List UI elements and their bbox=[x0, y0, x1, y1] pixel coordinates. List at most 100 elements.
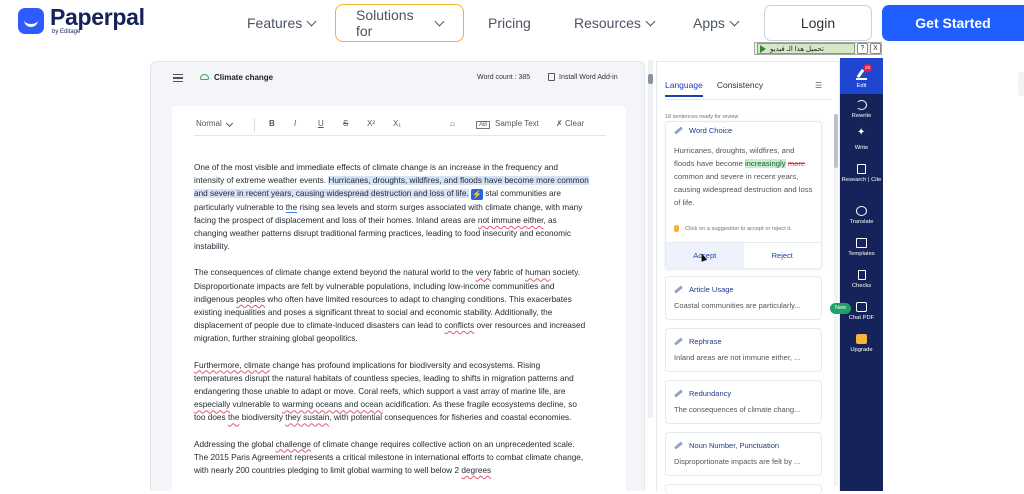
suggestion-card[interactable]: Noun Number, Punctuation Disproportionat… bbox=[665, 432, 822, 476]
suggestion-type: Noun Number, Punctuation bbox=[689, 441, 780, 450]
nav-pricing[interactable]: Pricing bbox=[488, 4, 531, 42]
nav-resources[interactable]: Resources bbox=[574, 4, 656, 42]
chevron-down-icon bbox=[306, 16, 317, 26]
active-suggestion-card[interactable]: Word Choice Hurricanes, droughts, wildfi… bbox=[665, 121, 822, 269]
menu-icon[interactable] bbox=[173, 74, 183, 82]
suggestion-underline[interactable]: the bbox=[286, 203, 297, 212]
clear-button[interactable]: ✗ Clear bbox=[556, 119, 584, 128]
sentences-ready-count: 18 sentences ready for review bbox=[665, 114, 739, 120]
suggestion-type: Word Choice bbox=[689, 126, 733, 135]
nav-solutions-for[interactable]: Solutions for bbox=[335, 4, 464, 42]
suggestion-underline[interactable]: challenge bbox=[276, 440, 311, 449]
clear-format-icon: ✗ bbox=[556, 119, 565, 128]
suggestion-card[interactable]: Article Usage Coastal communities are pa… bbox=[665, 276, 822, 320]
document-text[interactable]: One of the most visible and immediate ef… bbox=[194, 161, 589, 490]
notification-badge: 28 bbox=[863, 64, 872, 72]
play-icon bbox=[760, 44, 766, 53]
paragraph-2: The consequences of climate change exten… bbox=[194, 268, 586, 344]
chevron-down-icon bbox=[434, 16, 445, 26]
checklist-icon bbox=[857, 270, 866, 280]
pen-icon bbox=[674, 337, 683, 346]
formatting-toolbar: Normal B I U S X² X₁ ⌂ AB Sample Text ✗ C… bbox=[194, 114, 606, 136]
editor-scrollbar[interactable] bbox=[648, 60, 653, 418]
help-button[interactable]: ? bbox=[857, 43, 868, 54]
tab-consistency[interactable]: Consistency bbox=[717, 80, 763, 97]
word-addin-icon bbox=[548, 73, 555, 81]
globe-icon bbox=[856, 206, 867, 216]
paragraph-style-dropdown[interactable]: Normal bbox=[196, 119, 233, 128]
highlight-icon[interactable]: ⌂ bbox=[450, 119, 455, 128]
panel-scrollbar[interactable] bbox=[834, 114, 838, 486]
suggestion-underline[interactable]: peoples bbox=[236, 295, 265, 304]
suggestion-card[interactable] bbox=[665, 484, 822, 494]
suggestion-underline[interactable]: warming oceans and ocean bbox=[282, 400, 383, 409]
suggestion-underline[interactable]: not immune either bbox=[478, 216, 544, 225]
new-badge: New bbox=[830, 303, 851, 314]
nav-apps[interactable]: Apps bbox=[693, 4, 740, 42]
lightning-icon[interactable]: ⚡ bbox=[471, 188, 483, 200]
suggestion-underline[interactable]: especially bbox=[194, 400, 230, 409]
login-button[interactable]: Login bbox=[764, 5, 872, 41]
pen-icon bbox=[674, 126, 683, 135]
suggestion-underline[interactable]: conflicts bbox=[444, 321, 474, 330]
templates-icon bbox=[856, 238, 867, 248]
chevron-down-icon bbox=[225, 119, 233, 128]
italic-button[interactable]: I bbox=[294, 119, 296, 128]
install-word-addin-link[interactable]: Install Word Add-in bbox=[559, 74, 618, 81]
reject-button[interactable]: Reject bbox=[744, 243, 822, 268]
lightbulb-icon bbox=[674, 225, 679, 232]
paragraph-3: Furthermore, climate change has profound… bbox=[194, 360, 577, 423]
download-video-button[interactable]: تحميل هذا الـ فيديو bbox=[757, 43, 855, 54]
suggestions-panel: Language Consistency ☰ 18 sentences read… bbox=[656, 61, 840, 494]
sidebar-item-checks[interactable]: Checks bbox=[840, 270, 883, 290]
sidebar-item-upgrade[interactable]: Upgrade bbox=[840, 334, 883, 354]
superscript-button[interactable]: X² bbox=[367, 119, 375, 128]
document-page[interactable]: Normal B I U S X² X₁ ⌂ AB Sample Text ✗ C… bbox=[172, 106, 626, 492]
sidebar-item-rewrite[interactable]: Rewrite bbox=[840, 100, 883, 120]
chat-icon bbox=[856, 302, 867, 312]
scrollbar-thumb[interactable] bbox=[834, 114, 838, 168]
close-overlay-button[interactable]: X bbox=[870, 43, 881, 54]
filter-icon[interactable]: ☰ bbox=[815, 81, 825, 91]
scrollbar-thumb[interactable] bbox=[648, 74, 653, 84]
suggestion-underline[interactable]: very bbox=[476, 268, 492, 277]
sidebar-item-templates[interactable]: Templates bbox=[840, 238, 883, 258]
subscript-button[interactable]: X₁ bbox=[393, 119, 401, 128]
sidebar-item-write[interactable]: Write bbox=[840, 129, 883, 152]
edge-tab[interactable] bbox=[1018, 72, 1024, 96]
inserted-word: increasingly bbox=[744, 159, 786, 168]
nav-features[interactable]: Features bbox=[247, 4, 317, 42]
underline-button[interactable]: U bbox=[318, 119, 324, 128]
suggestion-underline[interactable]: the bbox=[228, 413, 239, 422]
suggestion-preview: The consequences of climate chang... bbox=[674, 405, 801, 414]
bold-button[interactable]: B bbox=[269, 119, 275, 128]
word-count: Word count : 385 bbox=[477, 74, 531, 81]
panel-tabs: Language Consistency bbox=[665, 80, 777, 97]
toolbar-divider bbox=[254, 118, 255, 132]
brand-name: Paperpal bbox=[50, 4, 145, 30]
tab-language[interactable]: Language bbox=[665, 80, 703, 97]
suggestion-type: Article Usage bbox=[689, 285, 734, 294]
paperpal-logo-icon bbox=[18, 8, 44, 34]
pen-icon bbox=[674, 441, 683, 450]
sidebar-item-edit[interactable]: Edit bbox=[840, 58, 883, 94]
cloud-saved-icon bbox=[200, 74, 209, 80]
paperpal-logo[interactable]: Paperpal by Editage bbox=[18, 6, 145, 36]
accept-reject-hint: Click on a suggestion to accept or rejec… bbox=[674, 225, 792, 232]
document-title[interactable]: Climate change bbox=[214, 73, 273, 82]
sidebar-item-research-cite[interactable]: Research | Cite bbox=[840, 164, 883, 184]
suggestion-underline[interactable]: they sustain bbox=[285, 413, 329, 422]
top-navigation: Paperpal by Editage Features Solutions f… bbox=[0, 0, 1024, 46]
pen-icon bbox=[674, 389, 683, 398]
suggestion-card[interactable]: Rephrase Inland areas are not immune eit… bbox=[665, 328, 822, 372]
sidebar-item-translate[interactable]: Translate bbox=[840, 206, 883, 226]
suggestion-card[interactable]: Redundancy The consequences of climate c… bbox=[665, 380, 822, 424]
get-started-button[interactable]: Get Started bbox=[882, 5, 1024, 41]
suggestion-underline[interactable]: human bbox=[525, 268, 550, 277]
sample-text-button[interactable]: AB Sample Text bbox=[476, 119, 539, 129]
sample-text-icon: AB bbox=[476, 121, 491, 129]
sparkle-icon bbox=[856, 129, 867, 142]
suggestion-underline[interactable]: Furthermore, climate bbox=[194, 361, 270, 370]
suggestion-underline[interactable]: degrees bbox=[461, 466, 491, 475]
strikethrough-button[interactable]: S bbox=[343, 119, 348, 128]
